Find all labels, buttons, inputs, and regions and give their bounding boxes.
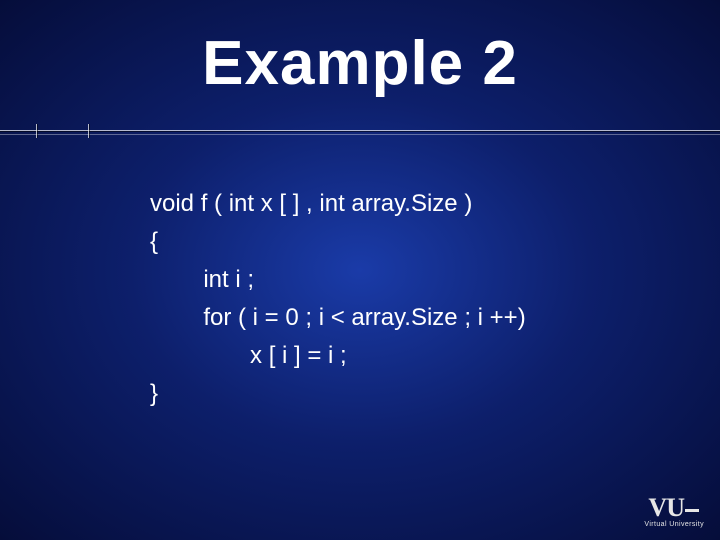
logo-subtitle: Virtual University xyxy=(644,521,704,528)
code-line: void f ( int x [ ] , int array.Size ) xyxy=(150,190,472,217)
logo-main: VU xyxy=(644,493,704,523)
code-line: x [ i ] = i ; xyxy=(150,342,347,369)
slide-title: Example 2 xyxy=(0,28,720,99)
divider-tick xyxy=(36,124,37,138)
code-block: void f ( int x [ ] , int array.Size ) { … xyxy=(150,185,526,413)
code-line: int i ; xyxy=(150,266,254,293)
divider-line xyxy=(0,130,720,131)
slide: Example 2 void f ( int x [ ] , int array… xyxy=(0,0,720,540)
code-line: } xyxy=(150,380,158,407)
divider-tick xyxy=(88,124,89,138)
logo-bar-icon xyxy=(685,509,699,512)
code-line: for ( i = 0 ; i < array.Size ; i ++) xyxy=(150,304,526,331)
divider-line-shadow xyxy=(0,134,720,135)
code-line: { xyxy=(150,228,158,255)
logo-text: VU xyxy=(648,493,684,522)
logo: VU Virtual University xyxy=(644,493,704,528)
title-wrap: Example 2 xyxy=(0,28,720,99)
